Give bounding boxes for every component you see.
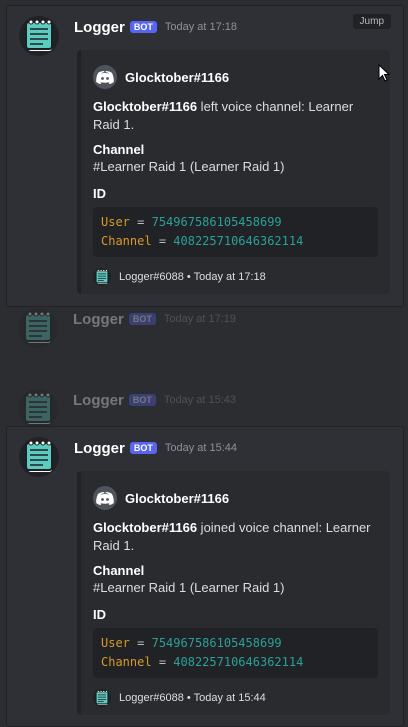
message: Logger BOT Today at 17:18 Jump Glocktobe…: [6, 5, 404, 307]
message-header: Logger BOT Today at 15:44: [74, 437, 237, 459]
code-user-key: User: [101, 215, 130, 229]
field-channel-value: #Learner Raid 1 (Learner Raid 1): [93, 159, 285, 174]
field-id-label: ID: [93, 186, 106, 201]
notepad-icon: [24, 392, 52, 425]
timestamp[interactable]: Today at 15:43: [164, 394, 236, 406]
field-channel-label: Channel: [93, 563, 145, 578]
discord-icon: [93, 486, 117, 510]
code-equals: =: [158, 655, 167, 669]
discord-icon: [93, 65, 117, 89]
embed-author: Glocktober#1166: [93, 64, 378, 90]
embed-footer: Logger#6088 • Today at 17:18: [93, 267, 378, 287]
bot-avatar[interactable]: [19, 437, 59, 477]
id-code-block: User = 754967586105458699 Channel = 4082…: [93, 628, 378, 678]
code-equals: =: [158, 234, 167, 248]
embed-desc-user: Glocktober#1166: [93, 520, 198, 535]
embed-desc-user: Glocktober#1166: [93, 99, 198, 114]
bot-badge: BOT: [128, 394, 156, 406]
notepad-icon: [25, 19, 53, 52]
bot-badge: BOT: [129, 442, 157, 454]
id-code-block: User = 754967586105458699 Channel = 4082…: [93, 207, 378, 257]
code-user-value: 754967586105458699: [151, 636, 282, 650]
notepad-icon: [25, 440, 53, 473]
author-name[interactable]: Logger: [74, 19, 125, 36]
field-channel-label: Channel: [93, 142, 145, 157]
timestamp[interactable]: Today at 17:19: [164, 313, 236, 325]
embed-author-name: Glocktober#1166: [125, 69, 230, 85]
embed-footer: Logger#6088 • Today at 15:44: [93, 688, 378, 708]
code-user-value: 754967586105458699: [151, 215, 282, 229]
message-header: Logger BOT Today at 15:43: [73, 389, 236, 411]
bot-avatar[interactable]: [18, 308, 58, 348]
author-name[interactable]: Logger: [73, 392, 124, 409]
notepad-icon: [24, 311, 52, 344]
embed-footer-text: Logger#6088 • Today at 17:18: [119, 271, 266, 283]
embed-author-name: Glocktober#1166: [125, 490, 230, 506]
notepad-icon: [93, 689, 111, 707]
embed-author: Glocktober#1166: [93, 485, 378, 511]
code-equals: =: [137, 636, 145, 650]
jump-button[interactable]: Jump: [352, 14, 391, 29]
bot-avatar[interactable]: [19, 16, 59, 56]
message: Logger BOT Today at 15:44 Glocktober#116…: [6, 426, 404, 727]
code-channel-key: Channel: [101, 655, 152, 669]
notepad-icon: [93, 268, 111, 286]
embed-description: Glocktober#1166 joined voice channel: Le…: [93, 519, 378, 555]
bot-avatar[interactable]: [18, 389, 58, 429]
bot-badge: BOT: [129, 21, 157, 33]
code-channel-key: Channel: [101, 234, 152, 248]
embed-footer-text: Logger#6088 • Today at 15:44: [119, 692, 266, 704]
embed-description: Glocktober#1166 left voice channel: Lear…: [93, 98, 378, 134]
message-header: Logger BOT Today at 17:19: [73, 308, 236, 330]
bot-badge: BOT: [128, 313, 156, 325]
code-channel-value: 408225710646362114: [173, 655, 304, 669]
timestamp[interactable]: Today at 15:44: [165, 442, 237, 454]
timestamp[interactable]: Today at 17:18: [165, 21, 237, 33]
cursor-icon: [378, 64, 390, 82]
message-header: Logger BOT Today at 17:18: [74, 16, 237, 38]
embed: Glocktober#1166 Glocktober#1166 joined v…: [77, 471, 390, 715]
code-user-key: User: [101, 636, 130, 650]
code-equals: =: [137, 215, 145, 229]
field-channel-value: #Learner Raid 1 (Learner Raid 1): [93, 580, 285, 595]
author-name[interactable]: Logger: [74, 440, 125, 457]
code-channel-value: 408225710646362114: [173, 234, 304, 248]
field-id-label: ID: [93, 607, 106, 622]
message: Logger BOT Today at 15:43: [6, 379, 404, 429]
embed: Glocktober#1166 Glocktober#1166 left voi…: [77, 50, 390, 294]
author-name[interactable]: Logger: [73, 311, 124, 328]
message: Logger BOT Today at 17:19: [6, 298, 404, 358]
